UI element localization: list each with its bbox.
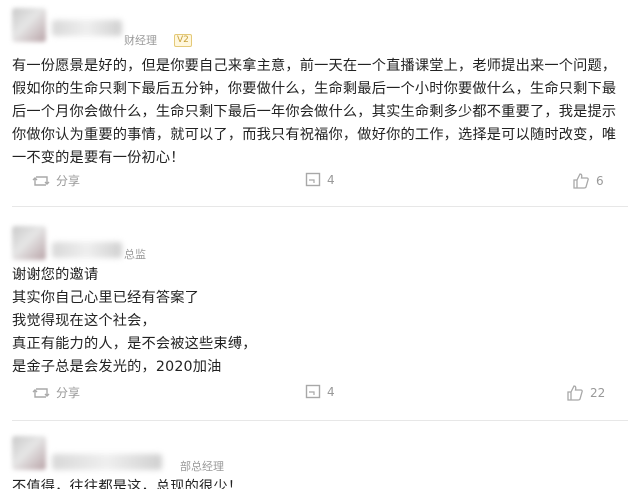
author-title: 部总经理 [180, 460, 224, 473]
comment-button[interactable]: 4 [305, 384, 335, 400]
comment-icon [305, 384, 321, 399]
answer-item-1: 财经理 V2 有一份愿景是好的，但是你要自己来拿主意，前一天在一个直播课堂上，老… [0, 0, 640, 200]
like-count: 22 [590, 386, 606, 400]
author-title: 财经理 [124, 34, 157, 47]
share-label: 分享 [56, 174, 81, 188]
like-button[interactable]: 6 [572, 172, 604, 190]
like-count: 6 [596, 174, 604, 188]
answer-text: 谢谢您的邀请 其实你自己心里已经有答案了 我觉得现在这个社会， 真正有能力的人，… [12, 267, 257, 375]
answer-item-3: 部总经理 不值得，往往都是这，总现的很少！ [0, 420, 640, 489]
avatar[interactable] [12, 436, 46, 470]
comment-icon [305, 172, 321, 187]
author-name[interactable] [52, 454, 162, 470]
share-icon [32, 387, 50, 398]
author-name[interactable] [52, 242, 122, 258]
answer-item-2: 总监 谢谢您的邀请 其实你自己心里已经有答案了 我觉得现在这个社会， 真正有能力… [0, 206, 640, 420]
share-label: 分享 [56, 386, 81, 400]
avatar[interactable] [12, 226, 46, 260]
author-name[interactable] [52, 20, 122, 36]
answer-text: 有一份愿景是好的，但是你要自己来拿主意，前一天在一个直播课堂上，老师提出来一个问… [12, 58, 617, 166]
comment-count: 4 [327, 173, 335, 187]
avatar[interactable] [12, 8, 46, 42]
thumbs-up-icon [573, 173, 589, 189]
like-button[interactable]: 22 [566, 384, 605, 402]
share-icon [32, 175, 50, 186]
thumbs-up-icon [567, 385, 583, 401]
share-button[interactable]: 分享 [32, 172, 80, 189]
comment-button[interactable]: 4 [305, 172, 335, 188]
share-button[interactable]: 分享 [32, 384, 80, 401]
author-title: 总监 [124, 248, 146, 261]
level-badge: V2 [174, 34, 192, 47]
comment-count: 4 [327, 385, 335, 399]
answer-text: 不值得，往往都是这，总现的很少！ [12, 479, 243, 489]
